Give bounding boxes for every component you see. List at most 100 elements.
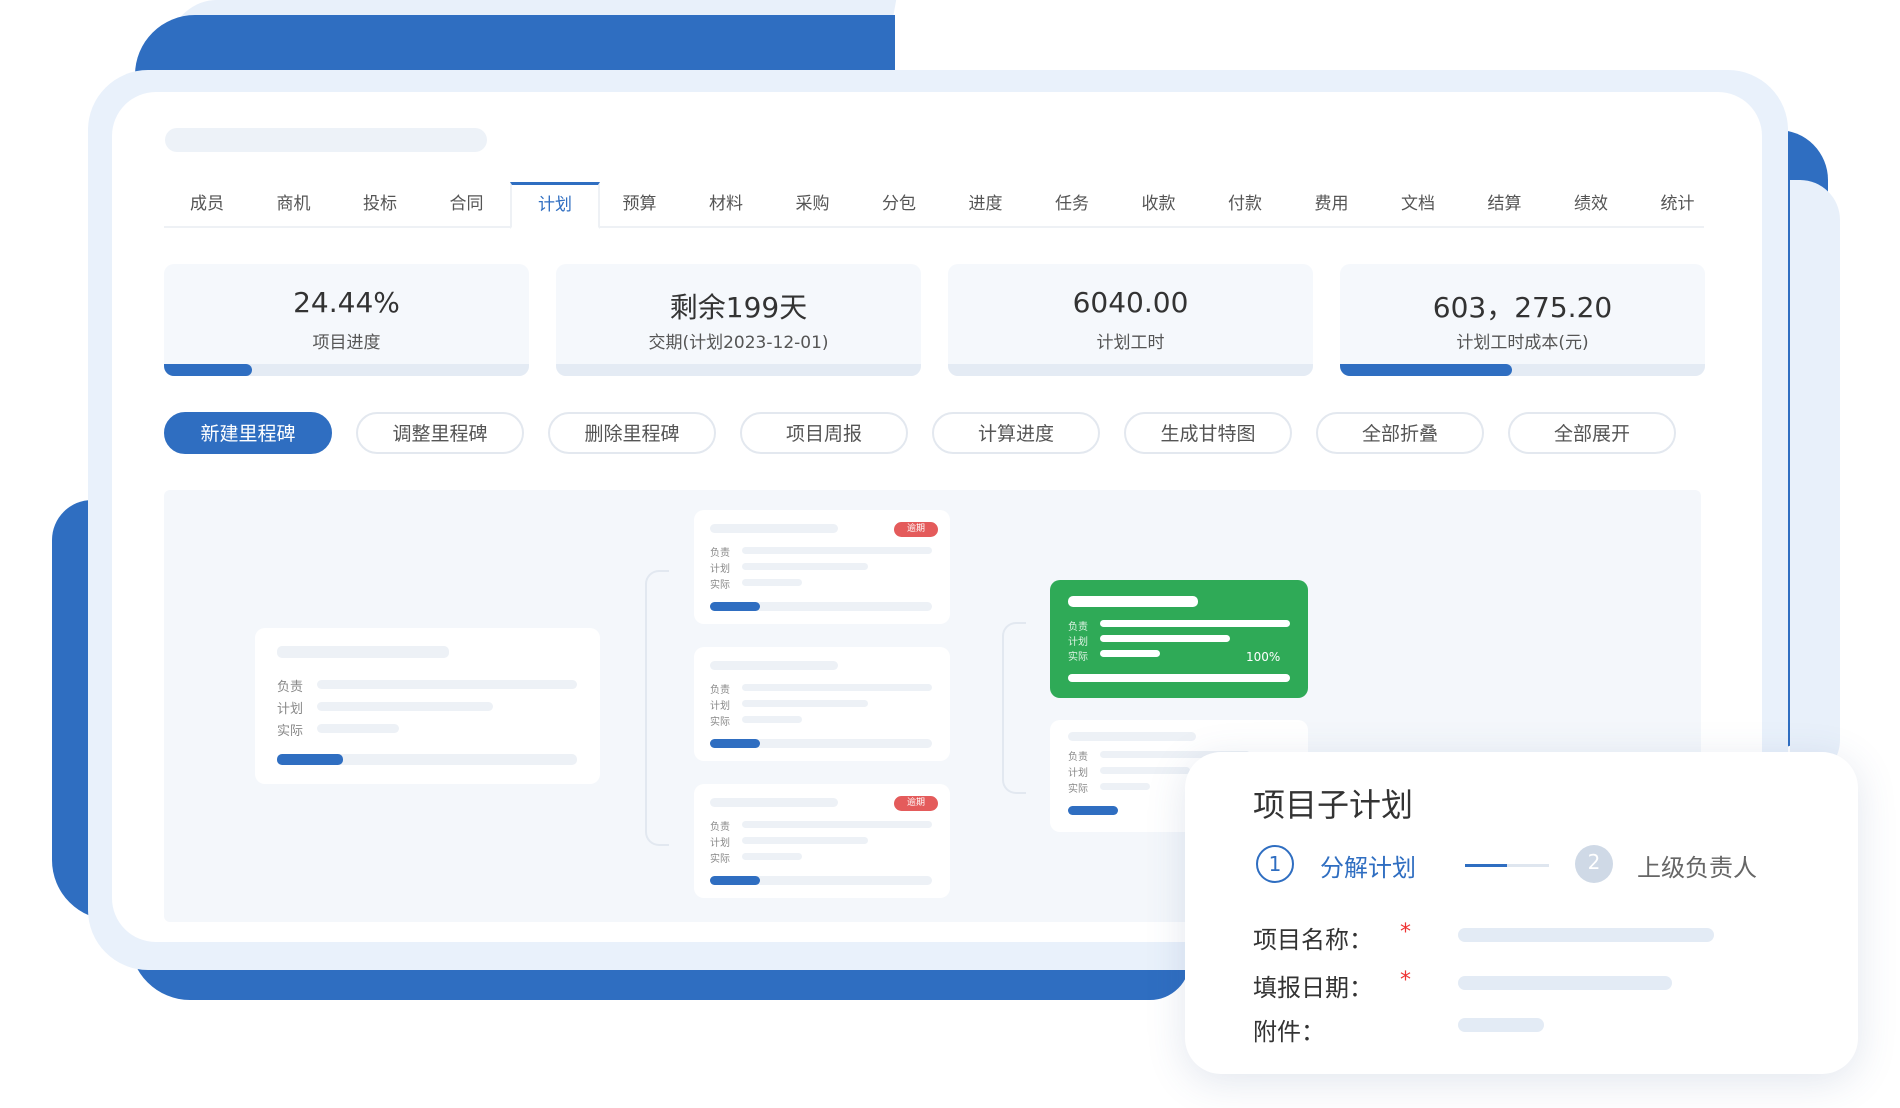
green-node-title [1068,596,1198,607]
stat-progress-fill [1340,364,1512,376]
node-progress-fill [710,876,760,885]
action-button-6[interactable]: 全部折叠 [1316,412,1484,454]
overdue-badge: 逾期 [894,522,938,537]
node-plan-bar [742,563,868,570]
step-2-label[interactable]: 上级负责人 [1637,848,1757,883]
node-actual-label: 实际 [710,717,730,728]
attachment-input[interactable] [1458,1018,1544,1032]
node-actual-bar [742,716,802,723]
stat-card-1: 剩余199天交期(计划2023-12-01) [556,264,921,376]
stat-card-3: 603，275.20 计划工时成本(元) [1340,264,1705,376]
project-name-input[interactable] [1458,928,1714,942]
tab-3[interactable]: 合同 [424,182,510,226]
node-plan-label: 计划 [710,838,730,849]
tab-bar: 成员 商机 投标 合同 计划 预算 材料 采购 分包 进度 任务 收款 付款 费用 文档 结算 绩效 统计 [164,182,1704,229]
node-owner-label: 负责 [710,685,730,696]
project-name-required: * [1400,920,1411,945]
tab-13[interactable]: 费用 [1289,182,1375,226]
tab-2[interactable]: 投标 [337,182,423,226]
sub-milestone-node-1[interactable]: 负责计划实际 逾期 [694,510,950,624]
tab-1[interactable]: 商机 [251,182,337,226]
stat-progress-fill [164,364,252,376]
step-connector [1465,864,1507,867]
stat-value: 603，275.20 [1432,291,1613,324]
tab-15[interactable]: 结算 [1462,182,1548,226]
tab-4[interactable]: 计划 [510,182,600,229]
step-2-circle[interactable]: 2 [1575,845,1613,883]
action-button-5[interactable]: 生成甘特图 [1124,412,1292,454]
stat-label: 交期(计划2023-12-01) [648,333,829,353]
root-plan-bar [317,702,493,711]
tab-9[interactable]: 进度 [943,182,1029,226]
node-title [710,661,838,670]
action-button-4[interactable]: 计算进度 [932,412,1100,454]
background-shape-top [135,15,895,75]
root-actual-bar [317,724,399,733]
stat-card-2: 6040.00 计划工时 [948,264,1313,376]
action-button-3[interactable]: 项目周报 [740,412,908,454]
node-plan-label: 计划 [710,564,730,575]
node4-plan-bar [1100,767,1190,774]
stat-value: 24.44% [293,286,400,319]
completed-milestone-node[interactable]: 负责 计划 实际 100% [1050,580,1308,698]
stat-progress-track [948,364,1313,376]
node-title [710,798,838,807]
node-owner-label: 负责 [710,822,730,833]
tab-17[interactable]: 统计 [1635,182,1721,226]
tab-6[interactable]: 材料 [683,182,769,226]
node-owner-label: 负责 [710,548,730,559]
stat-progress-track [556,364,921,376]
tab-0[interactable]: 成员 [164,182,250,226]
action-button-0[interactable]: 新建里程碑 [164,412,332,454]
node-owner-bar [742,547,932,554]
node4-owner-label: 负责 [1068,752,1088,763]
node-progress-fill [710,739,760,748]
node-actual-bar [742,579,802,586]
tab-8[interactable]: 分包 [856,182,942,226]
action-button-7[interactable]: 全部展开 [1508,412,1676,454]
node-actual-bar [742,853,802,860]
tab-14[interactable]: 文档 [1375,182,1461,226]
node-actual-label: 实际 [710,580,730,591]
stat-value: 剩余199天 [669,291,808,324]
node-actual-label: 实际 [710,854,730,865]
root-row-plan-label: 计划 [277,702,304,717]
stat-card-0: 24.44% 项目进度 [164,264,529,376]
node-progress-fill [710,602,760,611]
report-date-required: * [1400,968,1411,993]
sub-milestone-node-3[interactable]: 负责 计划 实际 逾期 [694,784,950,898]
step-1-circle[interactable]: 1 [1256,845,1294,883]
action-button-2[interactable]: 删除里程碑 [548,412,716,454]
tab-12[interactable]: 付款 [1202,182,1288,226]
action-button-1[interactable]: 调整里程碑 [356,412,524,454]
green-percent: 100% [1246,650,1281,664]
green-actual-bar [1100,650,1160,657]
green-plan-bar [1100,635,1230,642]
node4-title [1068,732,1196,741]
step-1-label[interactable]: 分解计划 [1320,848,1416,883]
tab-10[interactable]: 任务 [1029,182,1115,226]
attachment-label: 附件： [1253,1018,1325,1046]
dialog-title: 项目子计划 [1253,786,1414,824]
node-owner-bar [742,821,932,828]
tab-11[interactable]: 收款 [1116,182,1202,226]
stat-label: 计划工时 [1096,333,1165,353]
green-row-actual-label: 实际 [1068,652,1088,663]
root-progress-fill [277,754,343,765]
green-row-owner-label: 负责 [1068,622,1088,633]
tab-16[interactable]: 绩效 [1548,182,1634,226]
background-shape-right-pale [1790,180,1840,780]
stat-label: 项目进度 [312,333,381,353]
sub-milestone-node-2[interactable]: 负责 计划 实际 [694,647,950,761]
node-owner-bar [742,684,932,691]
tab-5[interactable]: 预算 [597,182,683,226]
root-row-owner-label: 负责 [277,680,304,695]
root-milestone-node[interactable]: 负责 计划 实际 [255,628,600,784]
green-progress-fill [1068,674,1290,682]
report-date-label: 填报日期： [1253,974,1373,1002]
report-date-input[interactable] [1458,976,1672,990]
tab-7[interactable]: 采购 [770,182,856,226]
stat-label: 计划工时成本(元) [1456,333,1589,353]
node-plan-bar [742,700,868,707]
stat-value: 6040.00 [1072,286,1189,319]
